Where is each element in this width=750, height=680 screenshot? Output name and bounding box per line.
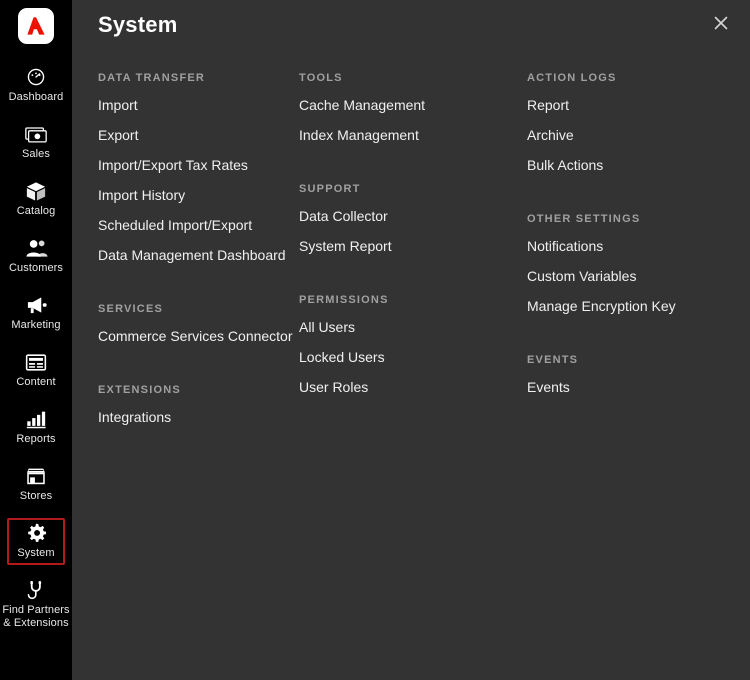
menu-link-import-history[interactable]: Import History — [98, 187, 299, 203]
sidebar-item-label: Catalog — [17, 205, 56, 218]
box-icon — [24, 180, 48, 202]
close-button[interactable] — [706, 8, 736, 38]
sidebar-item-content[interactable]: Content — [0, 347, 72, 394]
close-icon — [712, 14, 730, 32]
menu-link-notifications[interactable]: Notifications — [527, 238, 727, 254]
sidebar-item-find-partners-extensions[interactable]: Find Partners & Extensions — [0, 575, 72, 635]
sidebar-nav-list: Dashboard Sales Catalog Customers Marketing C… — [0, 62, 72, 645]
menu-link-export[interactable]: Export — [98, 127, 299, 143]
menu-link-custom-variables[interactable]: Custom Variables — [527, 268, 727, 284]
sidebar-item-label: Content — [16, 376, 55, 389]
menu-link-import-export-tax-rates[interactable]: Import/Export Tax Rates — [98, 157, 299, 173]
sidebar-item-label: Customers — [9, 262, 63, 275]
sidebar-item-label: Reports — [16, 433, 55, 446]
menu-group-title: Events — [527, 354, 727, 366]
storefront-icon — [24, 465, 48, 487]
menu-link-data-collector[interactable]: Data Collector — [299, 208, 527, 224]
menu-link-archive[interactable]: Archive — [527, 127, 727, 143]
sidebar-item-label: Stores — [20, 490, 52, 503]
menu-group: Permissions All Users Locked Users User Rol… — [299, 294, 527, 395]
menu-link-manage-encryption-key[interactable]: Manage Encryption Key — [527, 298, 727, 314]
menu-group: Action Logs Report Archive Bulk Actions — [527, 72, 727, 173]
menu-link-report[interactable]: Report — [527, 97, 727, 113]
bar-chart-icon — [24, 408, 48, 430]
menu-link-import[interactable]: Import — [98, 97, 299, 113]
menu-link-data-management-dashboard[interactable]: Data Management Dashboard — [98, 247, 299, 263]
menu-group-title: Permissions — [299, 294, 527, 306]
menu-group-title: Support — [299, 183, 527, 195]
menu-group-title: Other Settings — [527, 213, 727, 225]
sidebar-item-label: Dashboard — [9, 91, 64, 104]
column-2: Tools Cache Management Index Management Sup… — [299, 72, 527, 680]
sidebar-item-label: Marketing — [11, 319, 60, 332]
sidebar-item-catalog[interactable]: Catalog — [0, 176, 72, 223]
gear-icon — [24, 522, 48, 544]
menu-link-scheduled-import-export[interactable]: Scheduled Import/Export — [98, 217, 299, 233]
menu-group-title: Extensions — [98, 384, 299, 396]
plug-icon — [24, 579, 48, 601]
menu-group-title: Services — [98, 303, 299, 315]
sidebar-item-reports[interactable]: Reports — [0, 404, 72, 451]
column-3: Action Logs Report Archive Bulk Actions Othe… — [527, 72, 727, 680]
menu-group-title: Action Logs — [527, 72, 727, 84]
menu-group: Extensions Integrations — [98, 384, 299, 425]
menu-group-title: Tools — [299, 72, 527, 84]
menu-link-integrations[interactable]: Integrations — [98, 409, 299, 425]
sidebar-item-label: System — [17, 547, 54, 560]
menu-group: Data Transfer Import Export Import/Export T… — [98, 72, 299, 263]
menu-link-cache-management[interactable]: Cache Management — [299, 97, 527, 113]
system-menu-screen: Dashboard Sales Catalog Customers Marketing C… — [0, 0, 750, 680]
sidebar-item-customers[interactable]: Customers — [0, 233, 72, 280]
adobe-logo[interactable] — [18, 8, 54, 44]
sidebar-item-system[interactable]: System — [7, 518, 65, 565]
megaphone-icon — [24, 294, 48, 316]
sidebar-item-sales[interactable]: Sales — [0, 119, 72, 166]
sidebar-item-dashboard[interactable]: Dashboard — [0, 62, 72, 109]
menu-group: Other Settings Notifications Custom Variab… — [527, 213, 727, 314]
system-panel: System Data Transfer Import Export Import/E… — [72, 0, 750, 680]
menu-columns: Data Transfer Import Export Import/Export T… — [72, 72, 750, 680]
money-stack-icon — [24, 123, 48, 145]
dashboard-gauge-icon — [24, 66, 48, 88]
column-1: Data Transfer Import Export Import/Export T… — [72, 72, 299, 680]
menu-group: Tools Cache Management Index Management — [299, 72, 527, 143]
menu-group: Services Commerce Services Connector — [98, 303, 299, 344]
menu-link-bulk-actions[interactable]: Bulk Actions — [527, 157, 727, 173]
menu-link-user-roles[interactable]: User Roles — [299, 379, 527, 395]
menu-link-all-users[interactable]: All Users — [299, 319, 527, 335]
menu-group-title: Data Transfer — [98, 72, 299, 84]
sidebar-item-label: Find Partners & Extensions — [2, 604, 69, 630]
main-sidebar: Dashboard Sales Catalog Customers Marketing C… — [0, 0, 72, 680]
menu-group: Events Events — [527, 354, 727, 395]
menu-link-events[interactable]: Events — [527, 379, 727, 395]
people-icon — [24, 237, 48, 259]
menu-group: Support Data Collector System Report — [299, 183, 527, 254]
sidebar-item-marketing[interactable]: Marketing — [0, 290, 72, 337]
window-layout-icon — [24, 351, 48, 373]
page-title: System — [98, 12, 177, 38]
sidebar-item-label: Sales — [22, 148, 50, 161]
sidebar-item-stores[interactable]: Stores — [0, 461, 72, 508]
menu-link-system-report[interactable]: System Report — [299, 238, 527, 254]
menu-link-index-management[interactable]: Index Management — [299, 127, 527, 143]
menu-link-commerce-services-connector[interactable]: Commerce Services Connector — [98, 328, 299, 344]
menu-link-locked-users[interactable]: Locked Users — [299, 349, 527, 365]
